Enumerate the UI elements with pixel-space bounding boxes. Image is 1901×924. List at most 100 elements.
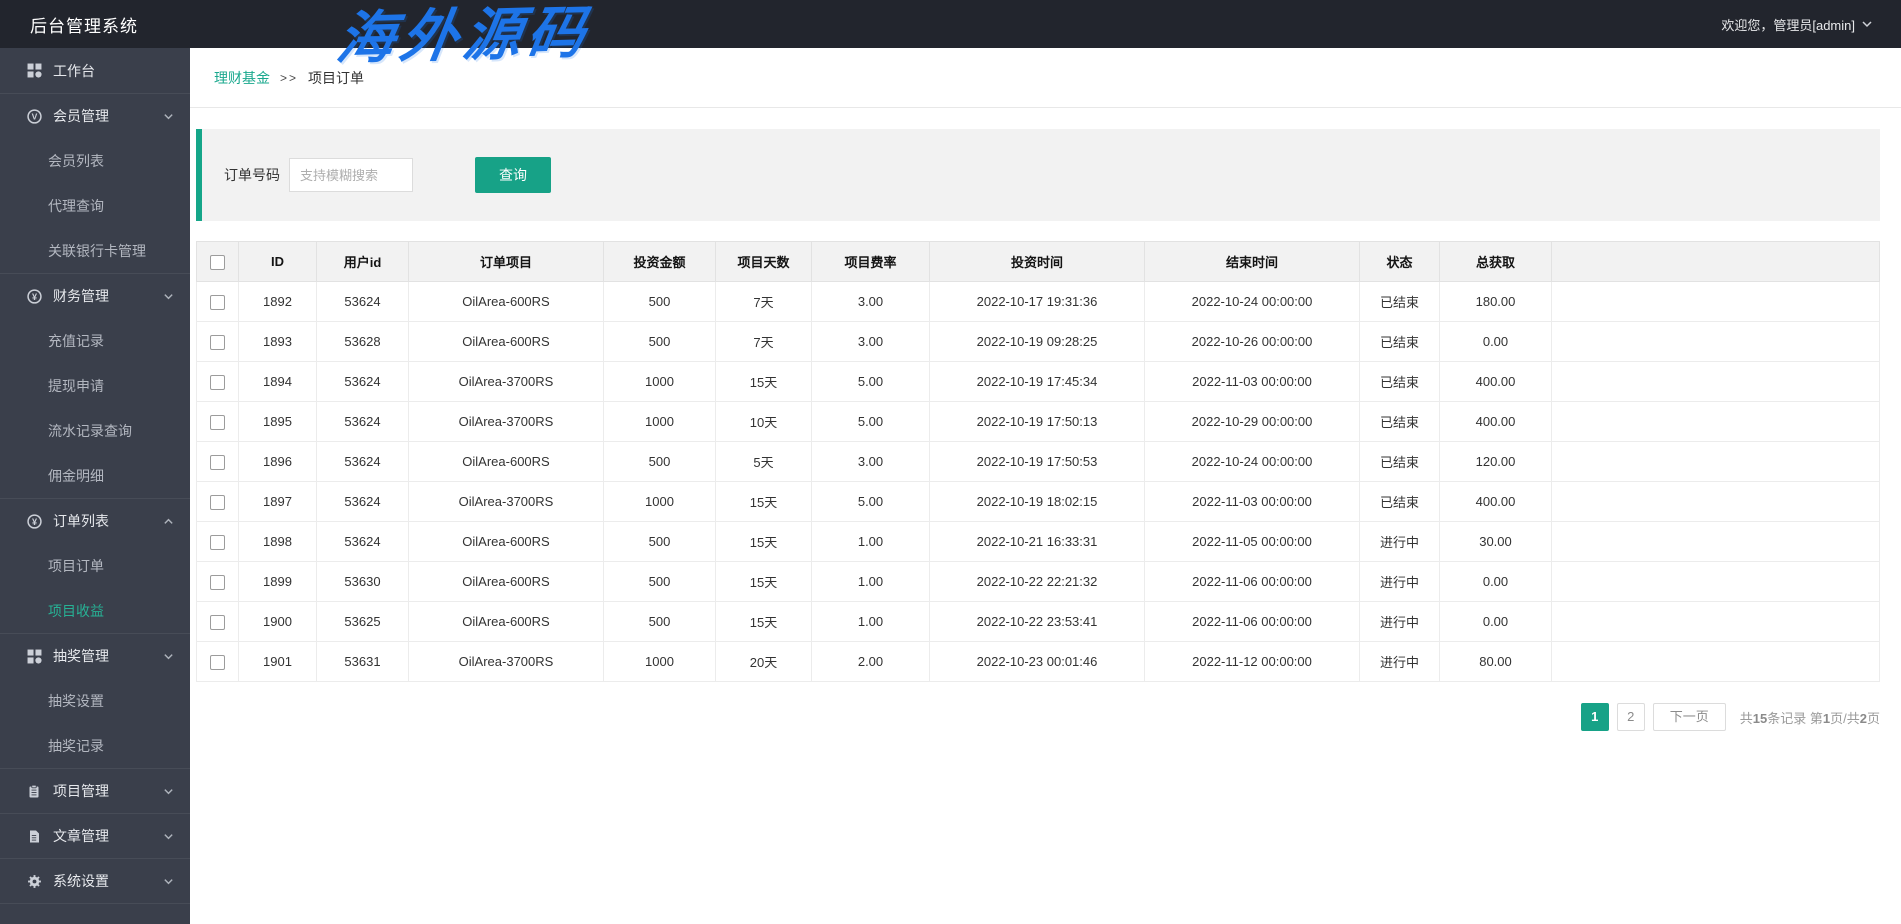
sidebar-item-workbench[interactable]: 工作台	[0, 48, 190, 93]
table-cell: 1000	[603, 401, 716, 442]
sidebar-item-member-list[interactable]: 会员列表	[0, 138, 190, 183]
table-cell: 400.00	[1439, 401, 1552, 442]
user-menu[interactable]: 欢迎您，管理员[admin]	[1721, 15, 1873, 34]
table-cell: 2022-10-17 19:31:36	[929, 281, 1145, 322]
sidebar-item-label: 会员管理	[53, 108, 109, 124]
sidebar-item-finance-mgmt[interactable]: ¥ 财务管理	[0, 273, 190, 318]
table-row: 1893 53628 OilArea-600RS 500 7天 3.00 2022-10-1…	[196, 321, 1880, 362]
article-icon	[27, 829, 43, 844]
table-cell: 2022-10-26 00:00:00	[1144, 321, 1360, 362]
column-header: 总获取	[1439, 241, 1552, 282]
sidebar-item-project-mgmt[interactable]: 项目管理	[0, 768, 190, 813]
row-checkbox[interactable]	[210, 494, 225, 510]
table-cell: 400.00	[1439, 481, 1552, 522]
row-select-cell	[196, 441, 239, 482]
order-number-input[interactable]	[289, 158, 413, 192]
table-cell: 1892	[238, 281, 317, 322]
table-cell: 15天	[715, 361, 812, 402]
table-cell: 2022-11-06 00:00:00	[1144, 561, 1360, 602]
table-cell: 5.00	[811, 361, 930, 402]
sidebar-item-agent-query[interactable]: 代理查询	[0, 183, 190, 228]
svg-text:V: V	[32, 111, 38, 121]
chevron-down-icon	[163, 786, 174, 797]
column-header: 结束时间	[1144, 241, 1360, 282]
table-cell: 已结束	[1359, 361, 1440, 402]
row-checkbox[interactable]	[210, 614, 225, 630]
sidebar-item-recharge-log[interactable]: 充值记录	[0, 318, 190, 363]
row-checkbox[interactable]	[210, 654, 225, 670]
chevron-down-icon	[163, 831, 174, 842]
table-cell: 53630	[316, 561, 409, 602]
table-cell: 2022-10-19 09:28:25	[929, 321, 1145, 362]
table-cell: 1.00	[811, 521, 930, 562]
sidebar-item-label: 会员列表	[48, 152, 104, 169]
empty-cell	[1551, 601, 1880, 642]
table-cell: OilArea-600RS	[408, 561, 604, 602]
row-checkbox[interactable]	[210, 374, 225, 390]
sidebar-item-label: 抽奖设置	[48, 692, 104, 709]
table-cell: 15天	[715, 521, 812, 562]
page-button-1[interactable]: 1	[1580, 703, 1609, 731]
sidebar-item-order-list[interactable]: ¥ 订单列表	[0, 498, 190, 543]
page-button-2[interactable]: 2	[1616, 703, 1645, 731]
sidebar-item-member-mgmt[interactable]: V 会员管理	[0, 93, 190, 138]
table-cell: 2022-10-24 00:00:00	[1144, 441, 1360, 482]
table-cell: 2022-10-29 00:00:00	[1144, 401, 1360, 442]
row-checkbox[interactable]	[210, 534, 225, 550]
table-cell: 2022-11-05 00:00:00	[1144, 521, 1360, 562]
sidebar-item-project-order[interactable]: 项目订单	[0, 543, 190, 588]
breadcrumb: 理财基金 >> 项目订单	[190, 48, 1901, 108]
sidebar-divider	[0, 903, 190, 904]
table-cell: 2022-10-22 22:21:32	[929, 561, 1145, 602]
select-all-checkbox[interactable]	[210, 254, 225, 270]
table-cell: 5.00	[811, 401, 930, 442]
breadcrumb-current: 项目订单	[308, 69, 365, 86]
table-cell: 3.00	[811, 441, 930, 482]
breadcrumb-parent-link[interactable]: 理财基金	[214, 68, 270, 88]
table-cell: OilArea-600RS	[408, 601, 604, 642]
empty-column-header	[1551, 241, 1880, 282]
table-cell: 3.00	[811, 281, 930, 322]
row-checkbox[interactable]	[210, 454, 225, 470]
settings-icon	[27, 874, 43, 889]
row-select-cell	[196, 401, 239, 442]
row-select-cell	[196, 321, 239, 362]
sidebar-item-bank-cards[interactable]: 关联银行卡管理	[0, 228, 190, 273]
table-cell: 500	[603, 561, 716, 602]
app-title: 后台管理系统	[30, 16, 138, 36]
table-cell: 53624	[316, 281, 409, 322]
chevron-down-icon	[163, 651, 174, 662]
table-cell: 2022-10-19 17:50:13	[929, 401, 1145, 442]
sidebar-item-system-set[interactable]: 系统设置	[0, 858, 190, 903]
row-checkbox[interactable]	[210, 574, 225, 590]
sidebar-item-commission[interactable]: 佣金明细	[0, 453, 190, 498]
table-cell: OilArea-600RS	[408, 281, 604, 322]
table-cell: 已结束	[1359, 401, 1440, 442]
table-cell: 已结束	[1359, 321, 1440, 362]
search-panel: 订单号码 查询	[196, 129, 1880, 221]
sidebar-item-project-income[interactable]: 项目收益	[0, 588, 190, 633]
table-cell: 80.00	[1439, 641, 1552, 682]
row-checkbox[interactable]	[210, 334, 225, 350]
sidebar-item-article-mgmt[interactable]: 文章管理	[0, 813, 190, 858]
table-cell: 1899	[238, 561, 317, 602]
column-header: 订单项目	[408, 241, 604, 282]
next-page-button[interactable]: 下一页	[1652, 703, 1726, 731]
row-checkbox[interactable]	[210, 414, 225, 430]
table-cell: 1896	[238, 441, 317, 482]
table-cell: 500	[603, 441, 716, 482]
sidebar-item-flow-query[interactable]: 流水记录查询	[0, 408, 190, 453]
sidebar-item-lottery-log[interactable]: 抽奖记录	[0, 723, 190, 768]
sidebar-item-withdraw-req[interactable]: 提现申请	[0, 363, 190, 408]
sidebar-item-lottery-mgmt[interactable]: 抽奖管理	[0, 633, 190, 678]
sidebar-item-label: 订单列表	[53, 513, 109, 529]
orders-table: ID 用户id 订单项目 投资金额 项目天数 项目费率 投资时间 结束时间 状态 总获取 1892…	[196, 241, 1880, 682]
table-cell: 53624	[316, 401, 409, 442]
table-cell: 0.00	[1439, 601, 1552, 642]
member-icon: V	[27, 108, 43, 124]
pagination-summary: 共15条记录 第1页/共2页	[1739, 710, 1880, 726]
table-cell: 500	[603, 601, 716, 642]
search-button[interactable]: 查询	[475, 157, 551, 193]
row-checkbox[interactable]	[210, 294, 225, 310]
sidebar-item-lottery-set[interactable]: 抽奖设置	[0, 678, 190, 723]
